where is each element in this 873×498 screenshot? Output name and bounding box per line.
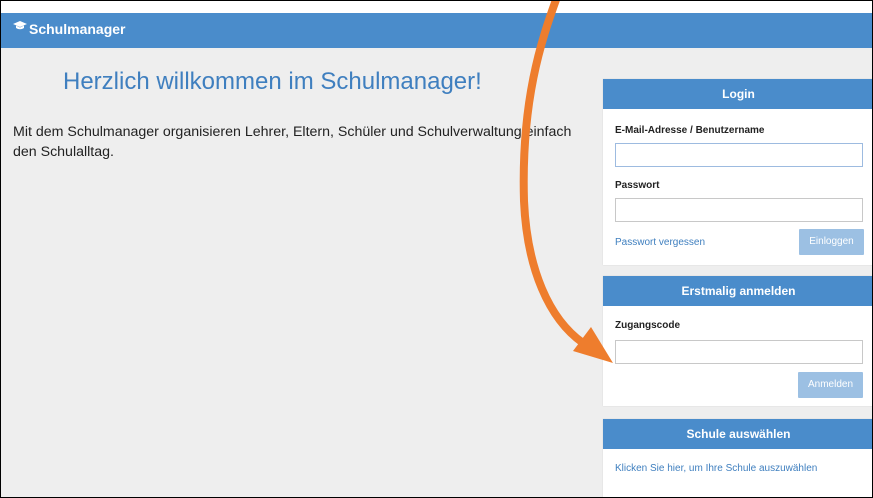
- app-window: Schulmanager Herzlich willkommen im Schu…: [0, 0, 873, 498]
- annotation-arrow-icon: [519, 1, 613, 363]
